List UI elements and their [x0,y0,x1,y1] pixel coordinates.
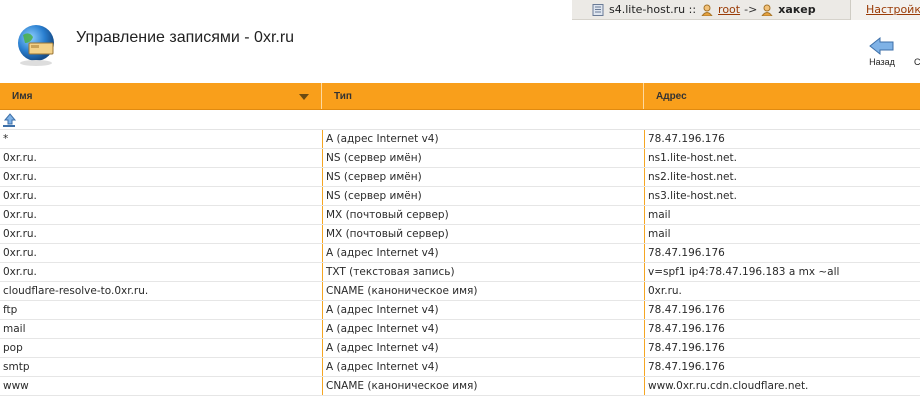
record-address-cell: v=spf1 ip4:78.47.196.183 a mx ~all [644,263,920,281]
user-link[interactable]: root [718,3,740,16]
table-row[interactable]: 0xr.ru. A (адрес Internet v4) 78.47.196.17… [0,244,920,263]
table-row[interactable]: * A (адрес Internet v4) 78.47.196.176 [0,130,920,149]
record-name-cell: mail [3,323,26,335]
table-row[interactable]: www CNAME (каноническое имя) www.0xr.ru.cd… [0,377,920,396]
table-row[interactable]: ftp A (адрес Internet v4) 78.47.196.176 [0,301,920,320]
table-row[interactable]: smtp A (адрес Internet v4) 78.47.196.176 [0,358,920,377]
record-type-cell: MX (почтовый сервер) [322,225,644,243]
page-title: Управление записями - 0xr.ru [76,29,295,46]
record-type-cell: NS (сервер имён) [322,168,644,186]
arrow-left-icon [869,36,894,56]
record-type-cell: TXT (текстовая запись) [322,263,644,281]
record-name-cell: www [3,380,29,392]
record-name-cell: 0xr.ru. [3,209,37,221]
record-address-cell: 78.47.196.176 [644,320,920,338]
table-row[interactable]: mail A (адрес Internet v4) 78.47.196.176 [0,320,920,339]
table-body: * A (адрес Internet v4) 78.47.196.176 0xr.r… [0,130,920,396]
record-name-cell: pop [3,342,23,354]
record-address-cell: 78.47.196.176 [644,244,920,262]
server-info: s4.lite-host.ru :: root -> хакер [572,0,816,20]
column-header-label: Имя [12,90,33,102]
record-name-cell: smtp [3,361,30,373]
toolbar-next-label[interactable]: С [914,57,920,67]
table-row[interactable]: 0xr.ru. NS (сервер имён) ns3.lite-host.net… [0,187,920,206]
records-table: Имя Тип Адрес * A (адрес Internet v4) 78.4… [0,83,920,396]
record-name-cell: 0xr.ru. [3,266,37,278]
record-type-cell: NS (сервер имён) [322,149,644,167]
target-user: хакер [778,3,816,16]
column-header-name[interactable]: Имя [0,83,322,109]
record-name-cell: * [3,133,9,145]
record-type-cell: A (адрес Internet v4) [322,301,644,319]
record-address-cell: mail [644,206,920,224]
table-row[interactable]: cloudflare-resolve-to.0xr.ru. CNAME (кано… [0,282,920,301]
record-address-cell: 78.47.196.176 [644,358,920,376]
column-header-address[interactable]: Адрес [644,83,920,109]
record-address-cell: mail [644,225,920,243]
record-address-cell: 78.47.196.176 [644,339,920,357]
record-name-cell: cloudflare-resolve-to.0xr.ru. [3,285,149,297]
table-row[interactable]: 0xr.ru. NS (сервер имён) ns1.lite-host.net… [0,149,920,168]
record-address-cell: 78.47.196.176 [644,301,920,319]
record-type-cell: A (адрес Internet v4) [322,320,644,338]
record-address-cell: www.0xr.ru.cdn.cloudflare.net. [644,377,920,395]
record-address-cell: 0xr.ru. [644,282,920,300]
table-row[interactable]: pop A (адрес Internet v4) 78.47.196.176 [0,339,920,358]
column-header-label: Тип [334,90,352,102]
record-address-cell: ns1.lite-host.net. [644,149,920,167]
record-type-cell: A (адрес Internet v4) [322,244,644,262]
user-icon [701,4,713,16]
table-header: Имя Тип Адрес [0,83,920,110]
user-icon [761,4,773,16]
level-up-icon[interactable] [2,112,18,128]
record-type-cell: MX (почтовый сервер) [322,206,644,224]
record-name-cell: 0xr.ru. [3,228,37,240]
dns-globe-icon [18,25,54,66]
server-icon [592,3,604,16]
column-header-label: Адрес [656,90,687,102]
record-type-cell: A (адрес Internet v4) [322,358,644,376]
record-name-cell: 0xr.ru. [3,171,37,183]
record-name-cell: 0xr.ru. [3,190,37,202]
back-label: Назад [869,57,895,67]
column-header-type[interactable]: Тип [322,83,644,109]
server-name: s4.lite-host.ru :: [609,3,697,16]
parent-level-row [0,110,920,130]
table-row[interactable]: 0xr.ru. MX (почтовый сервер) mail [0,206,920,225]
record-address-cell: ns3.lite-host.net. [644,187,920,205]
user-arrow: -> [744,3,758,16]
record-address-cell: 78.47.196.176 [644,130,920,148]
record-type-cell: NS (сервер имён) [322,187,644,205]
record-type-cell: CNAME (каноническое имя) [322,377,644,395]
record-name-cell: 0xr.ru. [3,152,37,164]
table-row[interactable]: 0xr.ru. MX (почтовый сервер) mail [0,225,920,244]
record-type-cell: A (адрес Internet v4) [322,130,644,148]
settings-link[interactable]: Настройки [850,0,920,20]
record-name-cell: ftp [3,304,18,316]
settings-label[interactable]: Настройки [866,3,920,16]
table-row[interactable]: 0xr.ru. TXT (текстовая запись) v=spf1 ip4:… [0,263,920,282]
sort-descending-icon[interactable] [299,94,309,100]
record-name-cell: 0xr.ru. [3,247,37,259]
table-row[interactable]: 0xr.ru. NS (сервер имён) ns2.lite-host.net… [0,168,920,187]
record-type-cell: CNAME (каноническое имя) [322,282,644,300]
back-button[interactable]: Назад [862,36,902,67]
record-type-cell: A (адрес Internet v4) [322,339,644,357]
top-bar: s4.lite-host.ru :: root -> хакер Настрой… [572,0,920,20]
record-address-cell: ns2.lite-host.net. [644,168,920,186]
